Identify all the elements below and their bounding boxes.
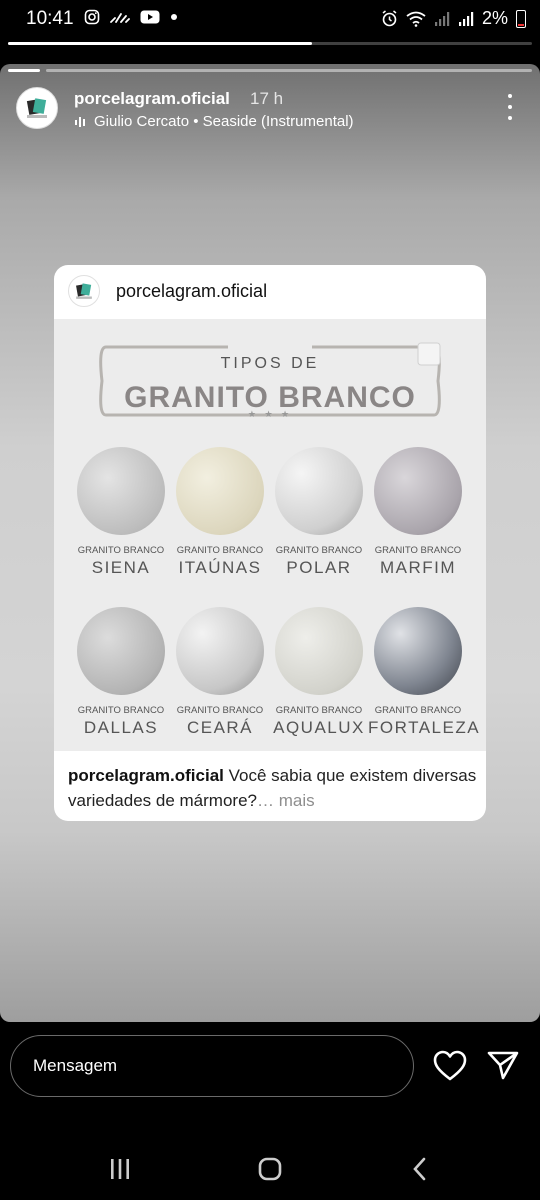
stone-name: ITAÚNAS xyxy=(178,558,262,577)
back-icon xyxy=(413,1157,426,1181)
more-options-icon[interactable] xyxy=(500,94,520,120)
stone-item: GRANITO BRANCO ITAÚNAS xyxy=(170,447,270,578)
status-bar: 10:41 2% xyxy=(0,0,540,38)
story-avatar[interactable] xyxy=(16,87,58,129)
post-username[interactable]: porcelagram.oficial xyxy=(116,281,267,302)
stone-name: FORTALEZA xyxy=(368,718,481,737)
story-progress-segment-active xyxy=(8,69,40,72)
stone-item: GRANITO BRANCO AQUALUX xyxy=(269,607,369,738)
post-caption[interactable]: porcelagram.oficial Você sabia que exist… xyxy=(68,763,478,813)
stone-swatch xyxy=(176,607,264,695)
stone-item: GRANITO BRANCO POLAR xyxy=(269,447,369,578)
status-right: 2% xyxy=(381,8,526,29)
banner-subtitle: TIPOS DE xyxy=(220,355,320,372)
battery-icon xyxy=(516,9,526,28)
signal-activity-icon xyxy=(110,13,130,23)
stone-item: GRANITO BRANCO CEARÁ xyxy=(170,607,270,738)
heart-icon[interactable] xyxy=(432,1048,468,1084)
home-button[interactable] xyxy=(250,1154,290,1184)
stone-item: GRANITO BRANCO DALLAS xyxy=(71,607,171,738)
post-header: porcelagram.oficial xyxy=(54,265,486,319)
message-input[interactable]: Mensagem xyxy=(10,1035,414,1097)
instagram-icon xyxy=(84,9,100,25)
battery-percentage: 2% xyxy=(481,8,508,28)
recent-apps-icon xyxy=(111,1159,129,1179)
signal-icon xyxy=(434,11,450,26)
story-time-ago: 17 h xyxy=(250,89,284,108)
stone-name: SIENA xyxy=(91,558,151,577)
stone-name: AQUALUX xyxy=(273,718,365,737)
back-button[interactable] xyxy=(400,1154,440,1184)
stone-item: GRANITO BRANCO FORTALEZA xyxy=(368,607,481,738)
stone-name: CEARÁ xyxy=(186,718,254,737)
story-username[interactable]: porcelagram.oficial xyxy=(74,89,230,109)
stone-item: GRANITO BRANCO MARFIM xyxy=(368,447,468,578)
send-icon[interactable] xyxy=(486,1048,520,1082)
banner-stars: ★ ★ ★ xyxy=(247,409,293,419)
stone-prefix: GRANITO BRANCO xyxy=(275,545,363,556)
stone-swatch xyxy=(77,607,165,695)
story-music-label: Giulio Cercato • Seaside (Instrumental) xyxy=(94,113,354,130)
stone-prefix: GRANITO BRANCO xyxy=(176,545,264,556)
stone-swatch xyxy=(374,607,462,695)
stone-prefix: GRANITO BRANCO xyxy=(176,705,264,716)
caption-more-link[interactable]: … mais xyxy=(257,791,315,810)
home-icon xyxy=(258,1157,282,1181)
message-placeholder: Mensagem xyxy=(33,1056,118,1075)
progress-track xyxy=(8,42,532,45)
story-viewer[interactable]: porcelagram.oficial 17 h Giulio Cercato … xyxy=(0,64,540,1022)
stone-name: MARFIM xyxy=(379,558,457,577)
stone-prefix: GRANITO BRANCO xyxy=(275,705,363,716)
post-image[interactable]: TIPOS DE GRANITO BRANCO ★ ★ ★ GRANITO BR… xyxy=(54,319,486,751)
story-music[interactable]: Giulio Cercato • Seaside (Instrumental) xyxy=(74,113,354,130)
brand-logo-icon xyxy=(76,283,92,299)
stone-swatch xyxy=(176,447,264,535)
stone-swatch xyxy=(275,447,363,535)
shared-post-card[interactable]: porcelagram.oficial TIPOS DE GRANITO BRA… xyxy=(54,265,486,821)
post-avatar[interactable] xyxy=(68,275,100,307)
signal-icon xyxy=(458,11,474,26)
stone-swatch xyxy=(77,447,165,535)
brand-logo-icon xyxy=(26,98,47,118)
stone-prefix: GRANITO BRANCO xyxy=(77,545,165,556)
youtube-icon xyxy=(140,10,160,24)
status-time: 10:41 xyxy=(26,8,74,29)
stone-prefix: GRANITO BRANCO xyxy=(374,545,462,556)
stone-swatch xyxy=(275,607,363,695)
caption-username[interactable]: porcelagram.oficial xyxy=(68,766,224,785)
wifi-icon xyxy=(406,11,426,27)
audio-wave-icon xyxy=(75,116,85,127)
progress-fill xyxy=(8,42,312,45)
stone-name: DALLAS xyxy=(83,718,159,737)
stone-prefix: GRANITO BRANCO xyxy=(77,705,165,716)
story-progress-segment xyxy=(46,69,532,72)
status-left-icons xyxy=(84,9,178,25)
stone-swatch xyxy=(374,447,462,535)
stone-item: GRANITO BRANCO SIENA xyxy=(71,447,171,578)
alarm-icon xyxy=(382,10,397,27)
system-nav-bar xyxy=(0,1140,540,1200)
recent-apps-button[interactable] xyxy=(100,1154,140,1184)
stone-prefix: GRANITO BRANCO xyxy=(374,705,462,716)
stone-name: POLAR xyxy=(286,558,352,577)
notification-dot-icon xyxy=(171,14,177,20)
